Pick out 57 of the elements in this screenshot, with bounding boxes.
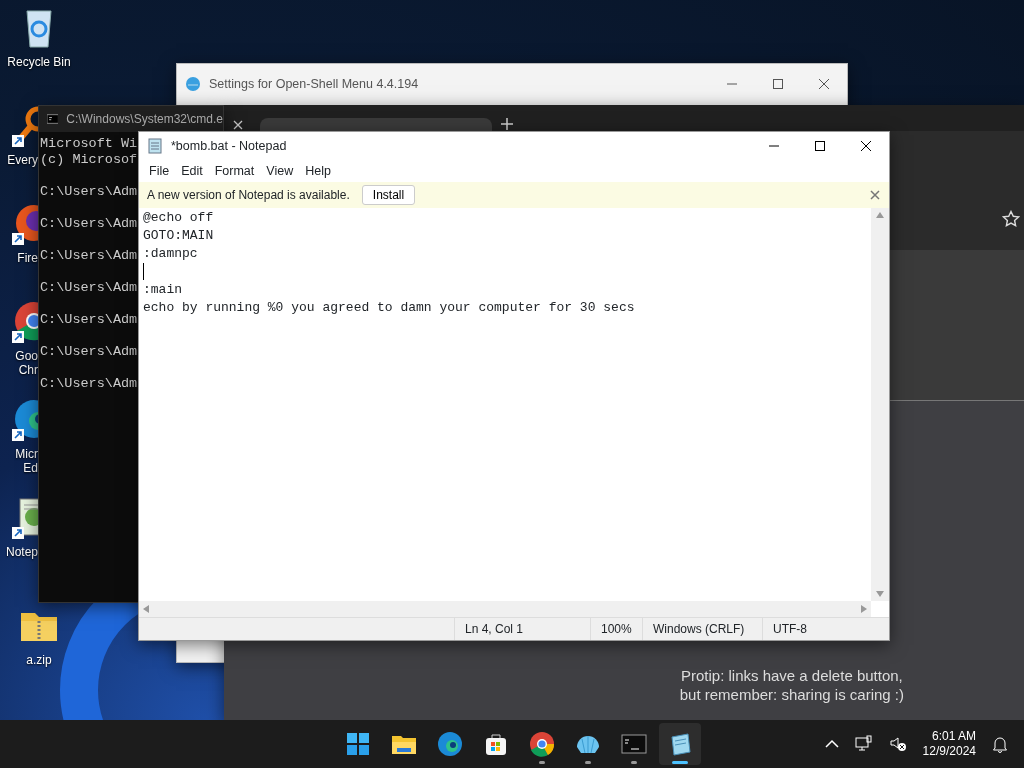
network-icon[interactable] [854,735,873,753]
install-button[interactable]: Install [361,185,416,205]
status-text: 100% [601,621,632,638]
protip-text: Protip: links have a delete button, but remember: sharing is caring :) [679,666,904,704]
clock[interactable]: 6:01 AM 12/9/2024 [922,729,976,759]
window-title: Settings for Open-Shell Menu 4.4.194 [209,75,419,93]
terminal-line: C:\Users\Adm [40,312,138,328]
shell-icon [185,76,201,92]
new-tab-icon[interactable] [500,117,514,131]
code-line: echo by running %0 you agreed to damn your computer for 30 secs [143,300,635,315]
terminal-line: C:\Users\Adm [40,184,138,200]
terminal-line: C:\Users\Adm [40,344,138,360]
clock-time: 6:01 AM [930,729,976,744]
edge-icon [437,731,463,757]
status-text: UTF-8 [773,621,807,638]
icon-label: Micr Ed [14,447,38,475]
icon-label: Fire [16,251,38,265]
icon-label: a.zip [26,653,52,667]
menu-item[interactable]: File [143,161,176,181]
banner-message: A new version of Notepad is available. [147,187,350,204]
status-text: Windows (CRLF) [653,621,745,638]
taskbar-button[interactable] [659,723,701,765]
code-line: @echo off [143,210,214,225]
menu-item[interactable]: Help [299,161,337,181]
code-line: :main [143,282,182,297]
terminal-line: C:\Users\Adm [40,280,138,296]
bell-icon[interactable] [992,735,1008,753]
icon-label: Goo Chr [14,349,38,377]
menu-item[interactable]: Edit [175,161,209,181]
code-line: :damnpc [143,246,198,261]
star-icon[interactable] [1002,209,1020,228]
notepad-icon [147,138,163,154]
speaker-muted-icon[interactable] [888,735,907,753]
status-text: Ln 4, Col 1 [465,621,524,638]
window-title: *bomb.bat - Notepad [171,137,287,155]
terminal-icon [621,731,647,757]
close-icon[interactable] [869,189,881,201]
icon-label: Notep [4,545,38,559]
icon-label: Recycle Bin [7,55,71,69]
text-editor[interactable]: @echo off GOTO:MAIN :damnpc :main echo by running %0 you agreed to damn your computer for 30 secs [139,208,871,601]
code-line: GOTO:MAIN [143,228,214,243]
chrome-icon [529,731,555,757]
terminal-line: (c) Microsof [40,152,138,168]
chevron-up-icon[interactable] [824,739,839,749]
clock-date: 12/9/2024 [922,744,976,759]
menu-item[interactable]: View [260,161,300,181]
terminal-line: C:\Users\Adm [40,376,138,392]
store-icon [483,731,509,757]
icon-label: Every [6,153,38,167]
terminal-line: C:\Users\Adm [40,248,138,264]
terminal-line: C:\Users\Adm [40,216,138,232]
menu-item[interactable]: Format [208,161,261,181]
terminal-icon [47,113,59,125]
window-title: C:\Windows\System32\cmd.e [66,111,223,128]
start-icon [345,731,371,757]
close-icon[interactable] [232,119,244,131]
terminal-line: Microsoft Wi [40,136,138,152]
